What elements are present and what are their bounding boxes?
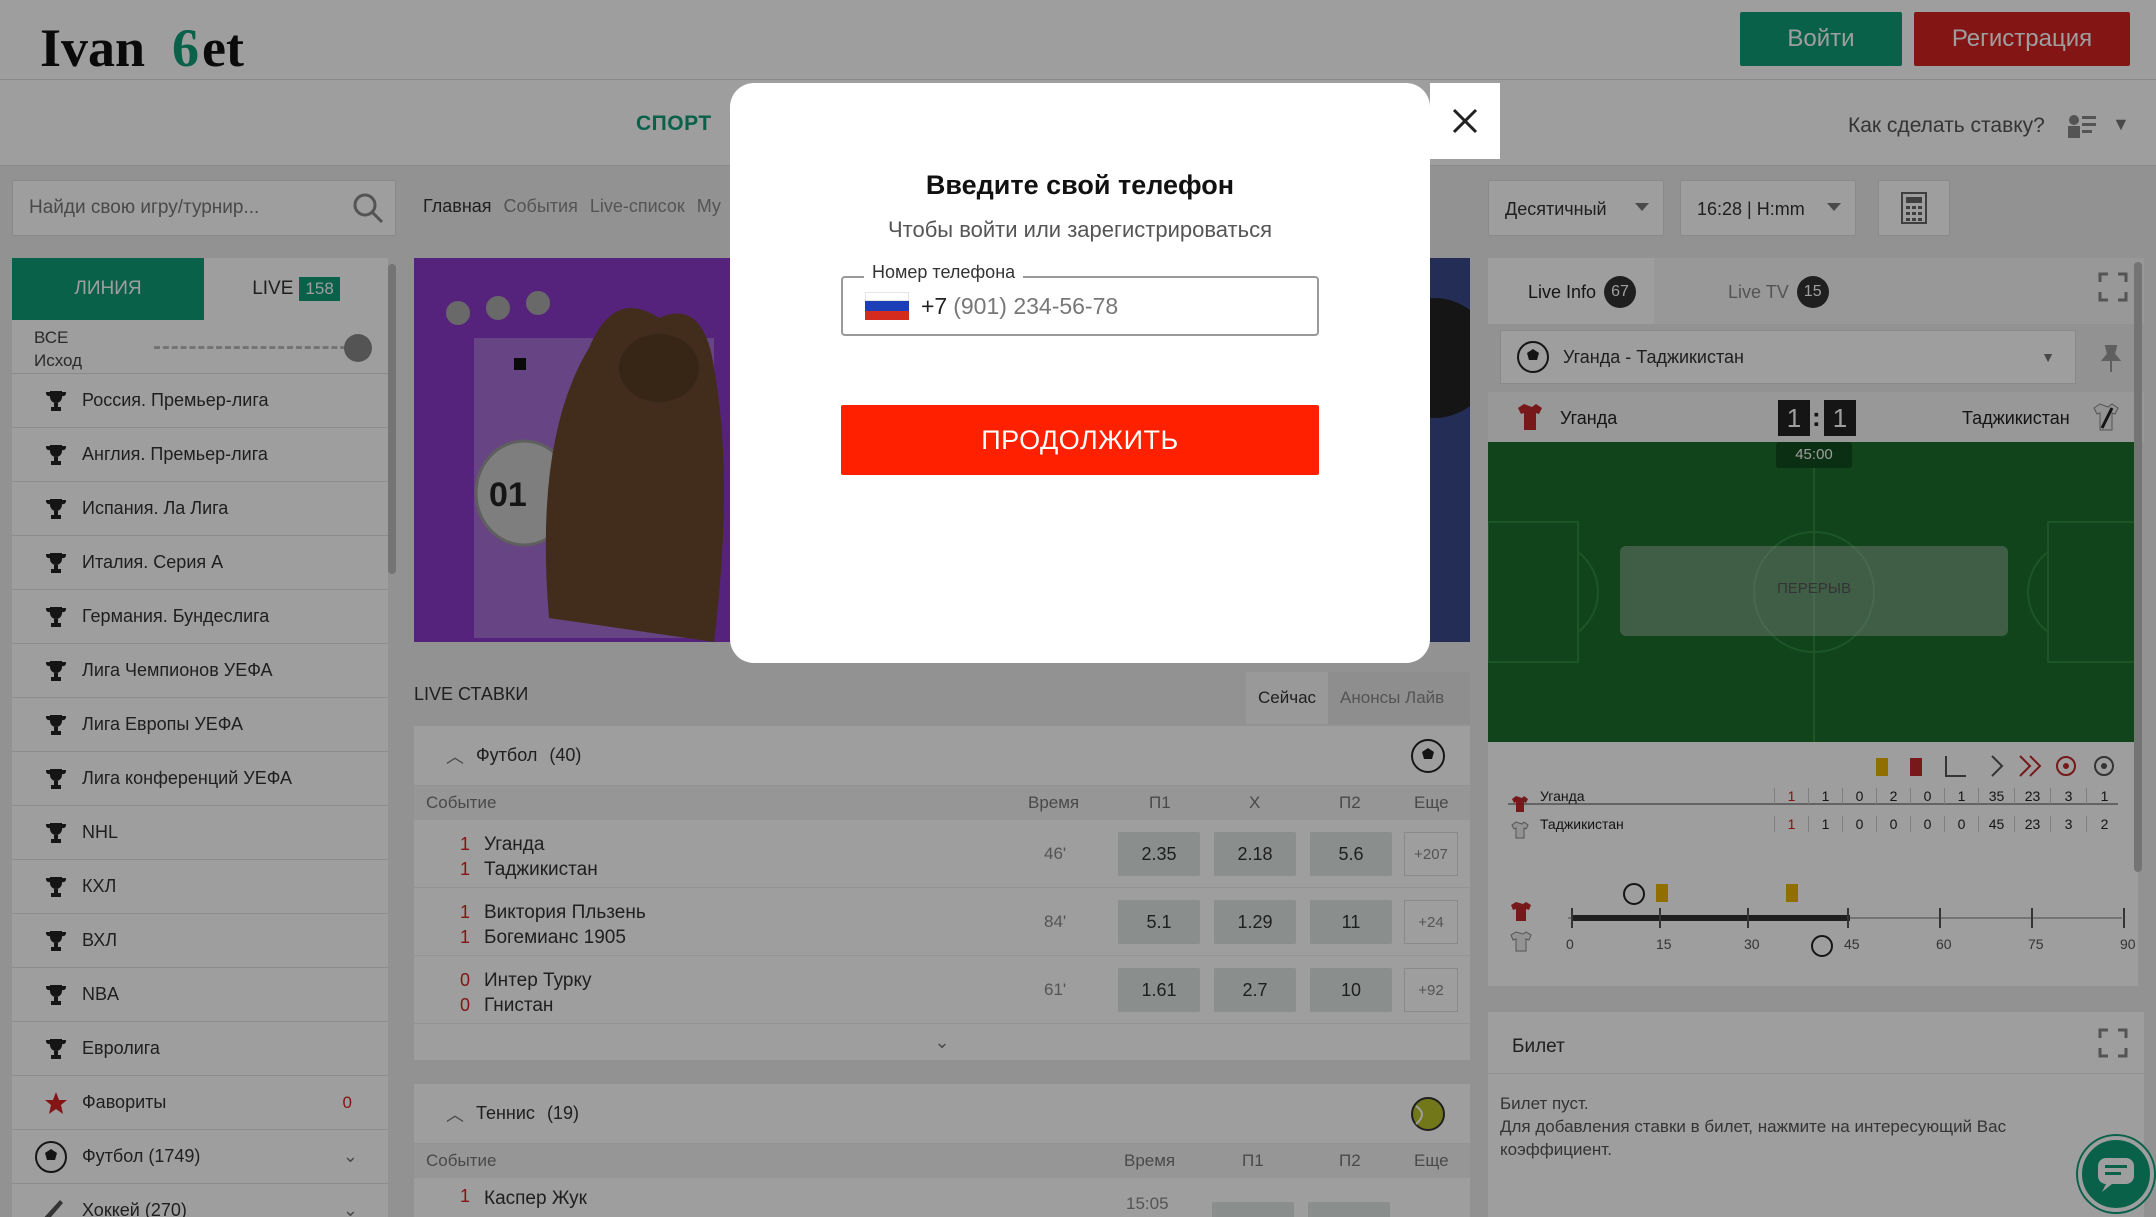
phone-prefix: +7 bbox=[921, 292, 948, 319]
modal-title: Введите свой телефон bbox=[925, 170, 1235, 200]
phone-input[interactable]: +7 (901) 234-56-78 bbox=[841, 276, 1319, 336]
phone-field-label: Номер телефона bbox=[864, 262, 1024, 283]
close-button[interactable] bbox=[1430, 83, 1500, 159]
russia-flag-icon bbox=[865, 292, 909, 320]
modal-subtitle: Чтобы войти или зарегистрироваться bbox=[887, 217, 1273, 242]
close-icon bbox=[1452, 108, 1478, 134]
continue-button[interactable]: ПРОДОЛЖИТЬ bbox=[841, 405, 1319, 475]
phone-placeholder: (901) 234-56-78 bbox=[953, 292, 1119, 319]
